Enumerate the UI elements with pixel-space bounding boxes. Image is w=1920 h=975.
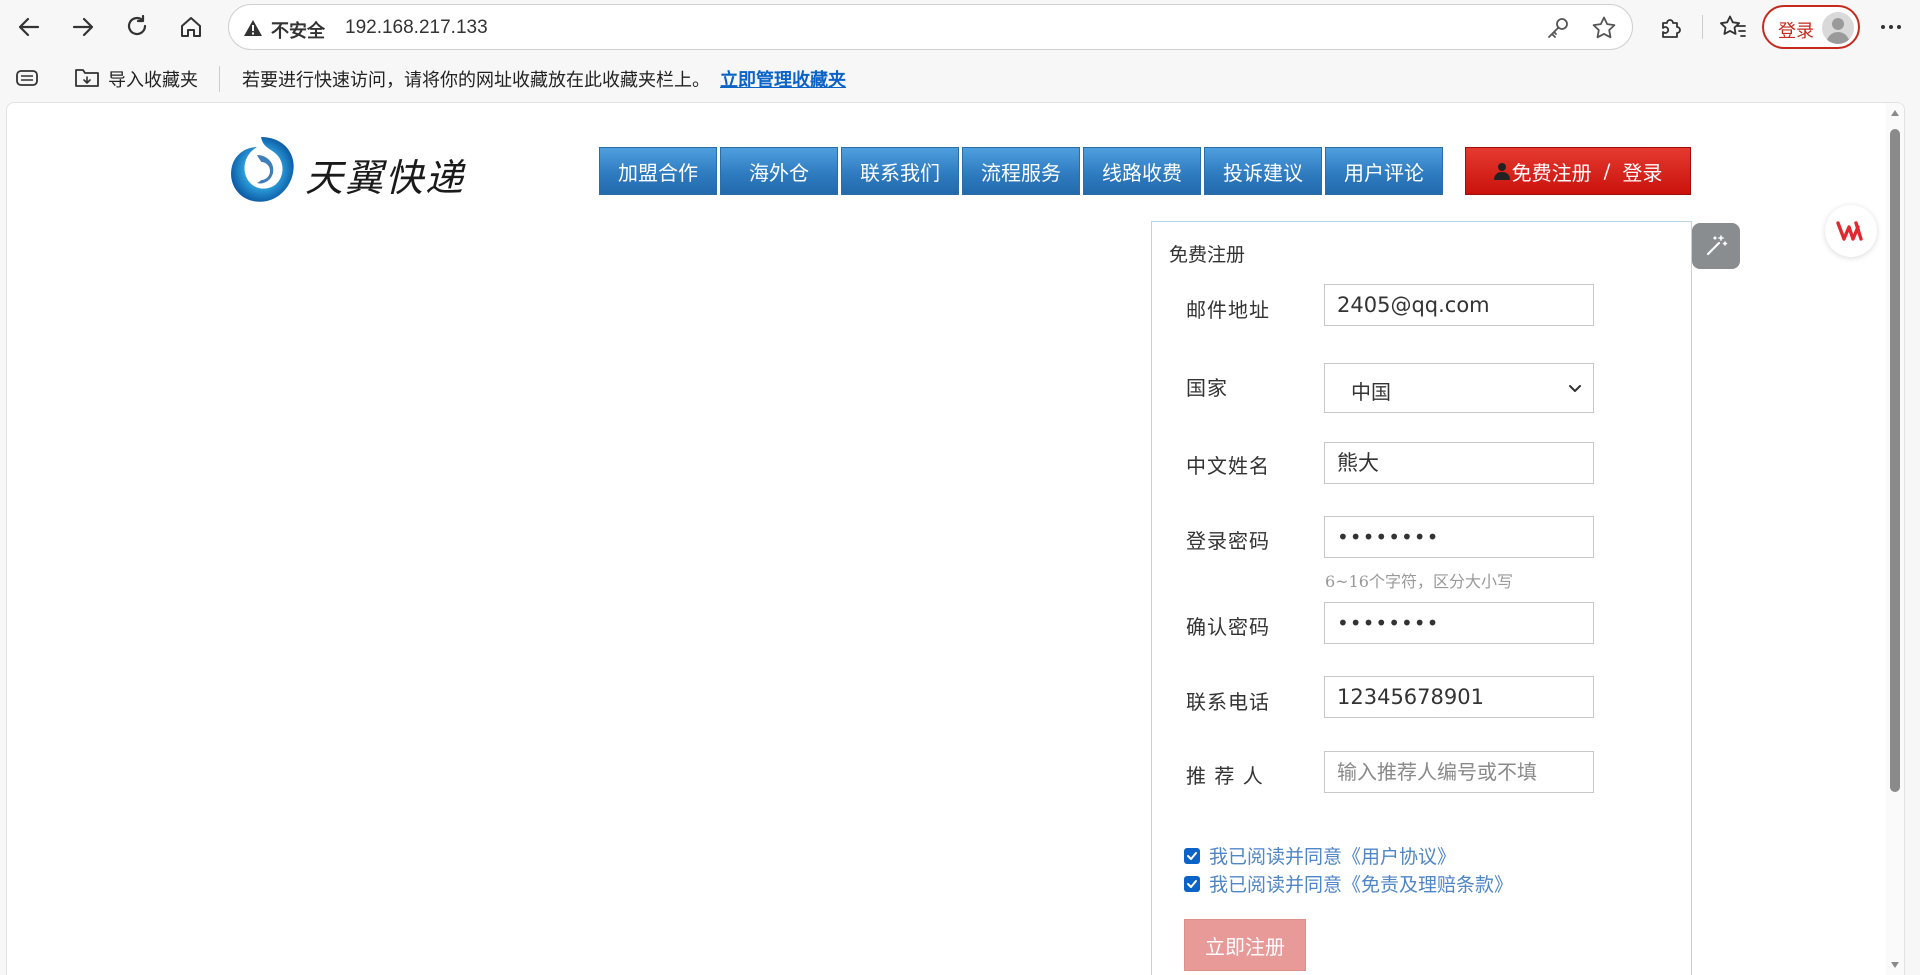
confirm-password-label: 确认密码 [1186,615,1270,639]
nav-contact[interactable]: 联系我们 [841,147,959,195]
forward-button[interactable] [63,8,103,46]
url-text[interactable]: 192.168.217.133 [345,17,488,39]
nav-user-reviews[interactable]: 用户评论 [1325,147,1443,195]
user-agreement-checkbox[interactable] [1184,847,1200,864]
liability-terms-checkbox[interactable] [1184,875,1200,892]
register-submit-button[interactable]: 立即注册 [1184,919,1306,971]
user-icon [1493,163,1510,180]
chinese-name-label: 中文姓名 [1186,454,1270,478]
tabs-icon[interactable] [15,67,39,89]
wps-logo-icon [1836,221,1863,241]
email-label: 邮件地址 [1186,298,1270,322]
checkmark-icon [1187,851,1197,860]
toolbar-divider [1702,15,1703,39]
favorites-divider [219,66,220,92]
back-button[interactable] [9,8,49,46]
favorites-button[interactable] [1716,11,1750,43]
refresh-button[interactable] [117,8,157,46]
extensions-button[interactable] [1654,11,1688,43]
nav-join[interactable]: 加盟合作 [599,147,717,195]
liability-terms-row: 我已阅读并同意《免责及理赔条款》 [1184,870,1513,897]
more-button[interactable] [1874,11,1908,43]
password-label: 登录密码 [1186,529,1270,553]
security-label[interactable]: 不安全 [271,17,325,43]
confirm-password-field[interactable]: •••••••• [1324,602,1594,644]
extensions-icon [1662,19,1681,38]
refresh-icon [127,14,147,36]
nav-overseas-warehouse[interactable]: 海外仓 [720,147,838,195]
favorites-hint: 若要进行快速访问，请将你的网址收藏放在此收藏夹栏上。 [242,70,710,91]
referrer-label: 推 荐 人 [1186,764,1264,788]
home-icon [181,17,201,37]
browser-toolbar: 不安全 192.168.217.133 登录 [0,0,1920,54]
wps-widget[interactable] [1825,205,1877,257]
swirl-logo-icon [231,137,294,202]
email-field[interactable]: 2405@qq.com [1324,284,1594,326]
register-login-button[interactable]: 免费注册 / 登录 [1465,147,1691,195]
nav-complaints[interactable]: 投诉建议 [1204,147,1322,195]
favorites-bar: 导入收藏夹 若要进行快速访问，请将你的网址收藏放在此收藏夹栏上。 立即管理收藏夹 [0,54,1920,102]
star-icon[interactable] [1591,15,1617,41]
nav-process-service[interactable]: 流程服务 [962,147,1080,195]
login-link[interactable]: 登录 [1622,157,1662,186]
favorites-icon [1720,15,1746,37]
more-icon [1881,25,1901,29]
scroll-up-icon[interactable] [1890,109,1900,117]
user-agreement-row: 我已阅读并同意《用户协议》 [1184,842,1456,869]
forward-arrow-icon [72,17,94,37]
scrollbar-thumb[interactable] [1890,129,1900,792]
nav-route-fees[interactable]: 线路收费 [1083,147,1201,195]
main-navigation: 加盟合作 海外仓 联系我们 流程服务 线路收费 投诉建议 用户评论 [599,147,1446,195]
liability-terms-label[interactable]: 我已阅读并同意《免责及理赔条款》 [1209,870,1513,897]
avatar-icon [1822,12,1854,44]
home-button[interactable] [171,8,211,46]
magic-wand-icon [1706,235,1728,256]
profile-login-button[interactable]: 登录 [1762,5,1860,49]
chinese-name-field[interactable]: 熊大 [1324,442,1594,484]
password-hint: 6~16个字符，区分大小写 [1325,572,1513,591]
warning-icon [244,20,262,36]
site-logo[interactable]: 天翼快递 [221,131,481,211]
logo-text: 天翼快递 [305,156,466,200]
key-icon[interactable] [1545,15,1571,41]
register-link[interactable]: 免费注册 [1512,157,1592,186]
registration-form: 免费注册 邮件地址 2405@qq.com 国家 中国 中文姓名 熊大 登录密码… [1151,221,1692,975]
user-agreement-label[interactable]: 我已阅读并同意《用户协议》 [1209,842,1456,869]
profile-login-label: 登录 [1778,21,1814,42]
magic-wand-button[interactable] [1692,223,1740,269]
address-bar[interactable]: 不安全 192.168.217.133 [228,4,1633,50]
page-viewport: 天翼快递 加盟合作 海外仓 联系我们 流程服务 线路收费 投诉建议 用户评论 免… [6,102,1905,975]
manage-favorites-link[interactable]: 立即管理收藏夹 [720,66,846,92]
password-field[interactable]: •••••••• [1324,516,1594,558]
folder-import-icon[interactable] [74,65,100,89]
phone-label: 联系电话 [1186,690,1270,714]
checkmark-icon [1187,879,1197,888]
phone-field[interactable]: 12345678901 [1324,676,1594,718]
country-label: 国家 [1186,376,1228,400]
chevron-down-icon [1569,385,1581,392]
back-arrow-icon [18,17,40,37]
page-scrollbar[interactable] [1886,103,1904,975]
scroll-down-icon[interactable] [1890,961,1900,969]
referrer-field[interactable]: 输入推荐人编号或不填 [1324,751,1594,793]
import-favorites-button[interactable]: 导入收藏夹 [108,66,198,92]
form-title: 免费注册 [1169,244,1246,266]
country-select[interactable]: 中国 [1324,363,1594,413]
country-select-value: 中国 [1351,380,1391,404]
register-login-separator: / [1603,159,1611,183]
